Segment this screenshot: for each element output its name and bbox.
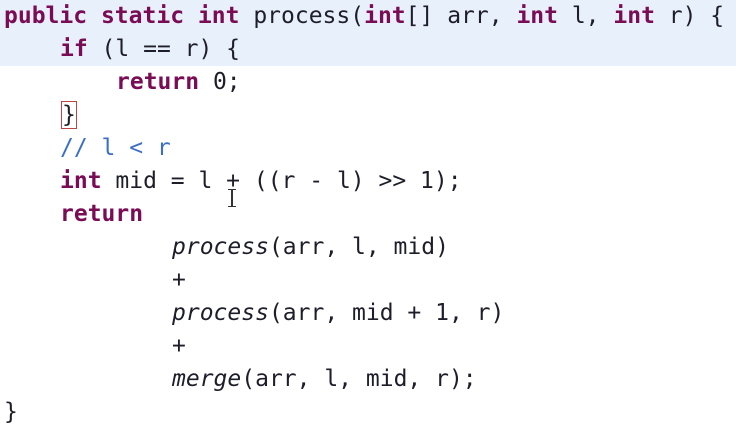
method-call: process [172,300,269,326]
code-text: (arr, mid + 1, r) [268,300,505,326]
keyword: static [100,3,185,29]
code-line-8[interactable]: process(arr, l, mid) [0,231,736,264]
keyword: int [60,168,102,194]
code-text: (l == r) { [87,36,241,62]
method-call: process [172,234,269,260]
code-line-11[interactable]: + [0,330,736,363]
text-cursor-icon [228,189,236,207]
code-text: mid = l + ((r - l) >> 1); [101,168,462,194]
operator: + [172,333,186,359]
code-line-13[interactable]: } [0,396,736,429]
keyword: int [364,3,406,29]
code-line-9[interactable]: + [0,264,736,297]
keyword: int [516,3,558,29]
code-editor[interactable]: public static int process(int[] arr, int… [0,0,736,429]
keyword: return [60,201,144,227]
comment: // l < r [60,135,171,161]
method-name: process [253,3,351,29]
code-text: l, [557,3,614,29]
code-text: (arr, l, mid) [268,234,449,260]
code-line-7[interactable]: return [0,198,736,231]
code-text: 0; [199,69,241,95]
closing-brace: } [4,399,18,425]
keyword: return [116,69,200,95]
code-text: (arr, l, mid, r); [241,366,477,392]
code-line-10[interactable]: process(arr, mid + 1, r) [0,297,736,330]
code-text: r) { [654,3,725,29]
keyword: int [197,3,240,29]
keyword: public [4,3,88,29]
method-call: merge [172,366,242,392]
code-text: [] arr, [405,3,517,29]
code-line-4[interactable]: } [0,99,736,132]
matching-bracket: } [61,101,77,129]
code-line-1[interactable]: public static int process(int[] arr, int… [0,0,736,33]
code-line-12[interactable]: merge(arr, l, mid, r); [0,363,736,396]
code-line-5[interactable]: // l < r [0,132,736,165]
code-line-3[interactable]: return 0; [0,66,736,99]
keyword: if [60,36,88,62]
code-line-6[interactable]: int mid = l + ((r - l) >> 1); [0,165,736,198]
code-line-2[interactable]: if (l == r) { [0,33,736,66]
operator: + [172,267,186,293]
keyword: int [613,3,655,29]
